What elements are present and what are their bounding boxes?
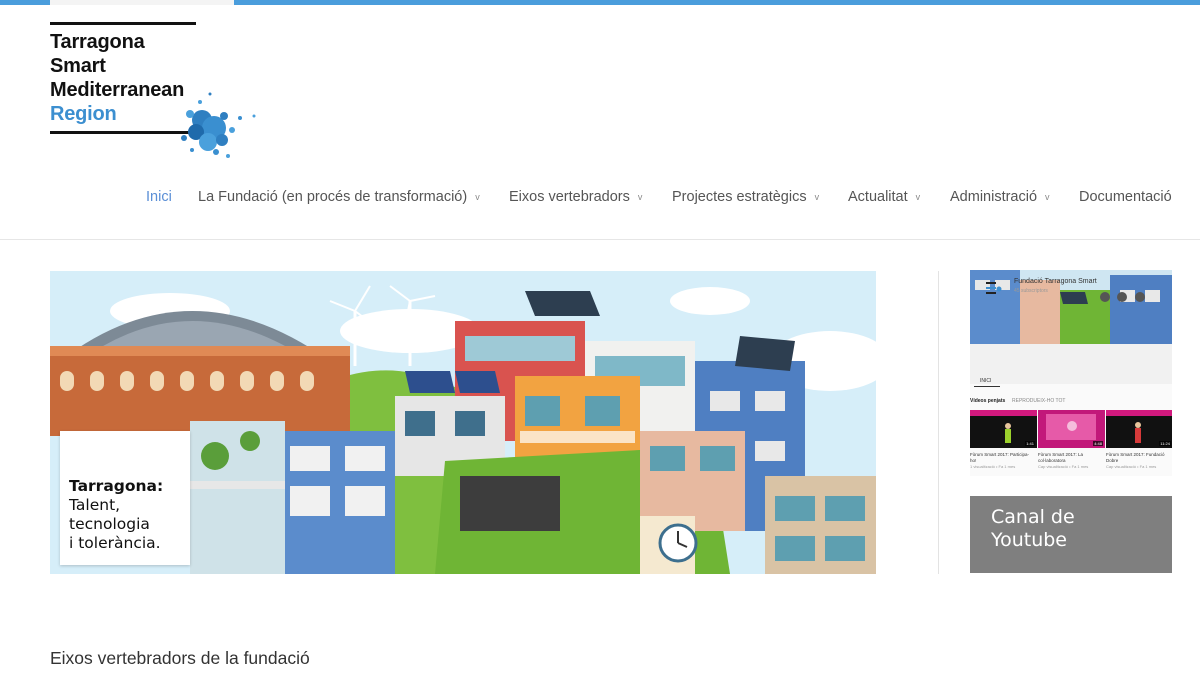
nav-item-label: Actualitat — [848, 189, 908, 205]
hero-caption-line-1: Talent, — [69, 496, 121, 514]
video-thumbnail[interactable]: 4:48 — [1038, 410, 1105, 448]
hero-caption-title: Tarragona: — [69, 477, 164, 495]
nav-item-label: La Fundació (en procés de transformació) — [198, 189, 468, 205]
video-thumbnail[interactable]: 1:41 — [970, 410, 1037, 448]
hero-caption-line-2: tecnologia — [69, 515, 150, 533]
video-thumbnail[interactable]: 11:24 — [1106, 410, 1172, 448]
nav-item-administracio[interactable]: Administració v — [950, 186, 1050, 209]
hero-caption-card: Tarragona: Talent, tecnologia i tolerànc… — [60, 431, 190, 565]
section-title: Eixos vertebradors de la fundació — [50, 648, 310, 668]
hero-caption-line-3: i tolerància. — [69, 534, 161, 552]
video-title[interactable]: Fòrum Smart 2017: Fundació Dobre — [1106, 452, 1170, 463]
video-meta: Cap visualització • Fa 1 mes — [1106, 464, 1157, 469]
nav-item-projectes-estrategics[interactable]: Projectes estratègics v — [672, 186, 819, 209]
video-title[interactable]: Fòrum Smart 2017: Participa-ho! — [970, 452, 1034, 463]
main-nav: Inici La Fundació (en procés de transfor… — [0, 186, 1200, 208]
nav-item-label: Inici — [146, 189, 172, 205]
video-meta: 1 visualització • Fa 1 mes — [970, 464, 1016, 469]
youtube-channel-row — [970, 344, 1172, 384]
top-bar-tab — [50, 0, 234, 5]
nav-item-inici[interactable]: Inici — [146, 186, 172, 208]
youtube-channel-preview[interactable]: Fundació Tarragona Smart 45 subscriptors… — [970, 270, 1172, 476]
chevron-down-icon: v — [475, 192, 480, 202]
youtube-button-line-2: Youtube — [991, 529, 1067, 551]
nav-item-eixos-vertebradors[interactable]: Eixos vertebradors v — [509, 186, 642, 209]
youtube-tab-underline — [974, 386, 1000, 387]
chevron-down-icon: v — [814, 192, 820, 202]
nav-divider — [0, 239, 1200, 240]
nav-item-label: Eixos vertebradors — [509, 189, 630, 205]
video-title[interactable]: Fòrum Smart 2017: La col·laboratora — [1038, 452, 1102, 463]
nav-item-label: Projectes estratègics — [672, 189, 807, 205]
chevron-down-icon: v — [1045, 192, 1050, 202]
youtube-section-videos: Vídeos penjats — [970, 398, 1006, 404]
logo-line-4: Region — [50, 103, 117, 125]
nav-item-la-fundacio[interactable]: La Fundació (en procés de transformació)… — [198, 186, 480, 209]
youtube-channel-name: Fundació Tarragona Smart — [1014, 278, 1097, 285]
youtube-play-all-link[interactable]: REPRODUEIX-HO TOT — [1012, 398, 1065, 404]
logo-line-1: Tarragona — [50, 31, 145, 53]
video-meta: Cap visualització • Fa 1 mes — [1038, 464, 1089, 469]
nav-item-label: Documentació — [1079, 189, 1172, 205]
youtube-button-line-1: Canal de — [991, 506, 1075, 528]
video-duration: 1:41 — [1025, 441, 1035, 446]
logo-rule-top — [50, 22, 196, 25]
chevron-down-icon: v — [915, 192, 921, 202]
video-duration: 4:48 — [1093, 441, 1103, 446]
youtube-tab-inici[interactable]: INICI — [980, 378, 991, 384]
youtube-subscriber-count: 45 subscriptors — [1014, 288, 1048, 294]
content-divider — [938, 271, 939, 574]
logo-line-2: Smart — [50, 55, 106, 77]
nav-item-actualitat[interactable]: Actualitat v — [848, 186, 920, 209]
chevron-down-icon: v — [637, 192, 643, 202]
site-logo[interactable]: Tarragona Smart Mediterranean Region — [50, 22, 270, 162]
nav-item-documentacio[interactable]: Documentació — [1079, 186, 1172, 208]
logo-splash-icon — [181, 92, 256, 158]
video-duration: 11:24 — [1159, 441, 1171, 446]
channel-logo-icon — [986, 282, 1002, 294]
hero-banner[interactable]: Tarragona: Talent, tecnologia i tolerànc… — [50, 271, 876, 574]
youtube-channel-button[interactable]: Canal de Youtube — [970, 496, 1172, 573]
nav-item-label: Administració — [950, 189, 1038, 205]
